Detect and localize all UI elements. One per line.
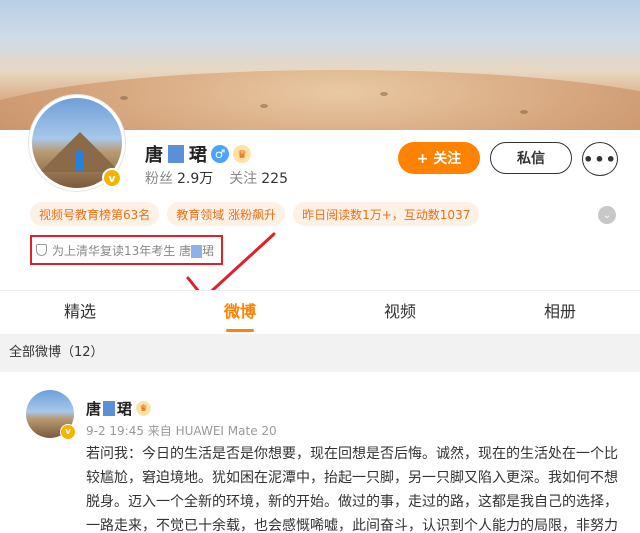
following-stat[interactable]: 关注 225	[229, 168, 288, 188]
following-count: 225	[261, 171, 288, 187]
name-first: 唐	[145, 145, 163, 166]
male-icon: ♂	[211, 145, 229, 163]
profile-tags: 视频号教育榜第63名 教育领域 涨粉飙升 昨日阅读数1万+，互动数1037	[30, 202, 480, 226]
tag-rank[interactable]: 视频号教育榜第63名	[30, 202, 160, 226]
more-options-button[interactable]: •••	[582, 142, 618, 176]
follow-button[interactable]: + 关注	[398, 142, 480, 174]
followers-label: 粉丝	[145, 171, 173, 187]
post-text: 若问我：今日的生活是否是你想要，现在回想是否后悔。诚然，现在的生活处在一个比较尴…	[86, 446, 618, 533]
tab-weibo[interactable]: 微博	[160, 291, 320, 334]
verified-badge-icon: v	[60, 424, 76, 440]
chevron-down-icon[interactable]: ⌄	[598, 206, 616, 224]
verified-badge-icon: v	[102, 168, 122, 188]
crown-icon[interactable]: ♛	[233, 145, 251, 163]
crown-icon: ♛	[136, 401, 152, 416]
bio-prefix: 为上清华复读13年考生 唐	[52, 243, 192, 258]
all-posts-header: 全部微博（12）	[0, 336, 640, 370]
post-author[interactable]: 唐 珺 ♛	[86, 398, 152, 419]
shield-icon	[36, 244, 47, 256]
message-button[interactable]: 私信	[490, 142, 572, 174]
post-author-redaction	[103, 401, 116, 416]
tag-growth[interactable]: 教育领域 涨粉飙升	[167, 202, 286, 226]
post-card[interactable]: v 唐 珺 ♛ 9-2 19:45 来自 HUAWEI Mate 20 若问我：…	[0, 372, 640, 533]
post-author-first: 唐	[86, 400, 102, 418]
followers-count: 2.9万	[177, 171, 214, 187]
tab-featured[interactable]: 精选	[0, 291, 160, 334]
name-last: 珺	[189, 145, 207, 166]
tab-videos[interactable]: 视频	[320, 291, 480, 334]
tag-reads[interactable]: 昨日阅读数1万+，互动数1037	[293, 202, 480, 226]
profile-tabs: 精选 微博 视频 相册	[0, 290, 640, 334]
following-label: 关注	[229, 171, 258, 187]
name-redaction	[168, 145, 184, 163]
post-author-last: 珺	[117, 400, 133, 418]
profile-stats: 粉丝 2.9万 关注 225	[145, 168, 288, 188]
post-meta: 9-2 19:45 来自 HUAWEI Mate 20	[86, 424, 277, 438]
tab-album[interactable]: 相册	[480, 291, 640, 334]
followers-stat[interactable]: 粉丝 2.9万	[145, 168, 213, 188]
profile-name: 唐 珺 ♂ ♛	[145, 141, 251, 167]
